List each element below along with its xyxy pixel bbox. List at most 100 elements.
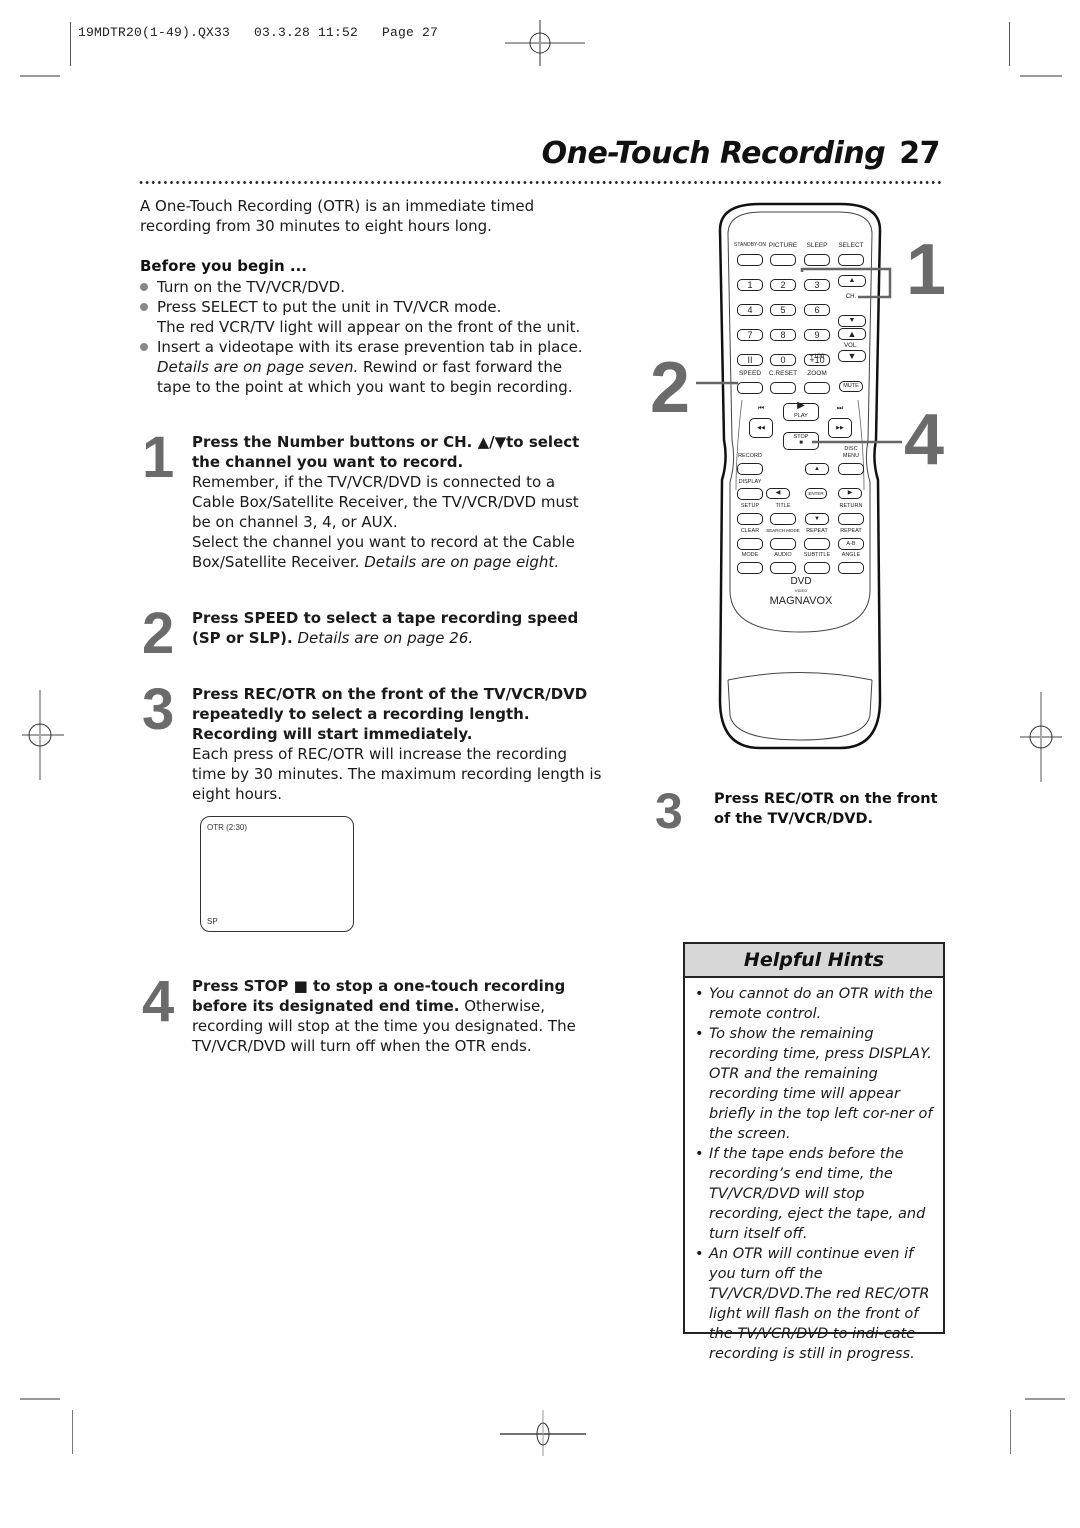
brand-logo: MAGNAVOX <box>769 595 833 607</box>
repeat-button[interactable] <box>804 538 830 550</box>
crop-mark <box>1020 75 1062 77</box>
page-title-text: One-Touch Recording <box>541 136 886 171</box>
remote-label: RECORD <box>738 453 762 459</box>
clear-button[interactable] <box>737 538 763 550</box>
helpful-hints-title: Helpful Hints <box>685 944 943 978</box>
repeat-ab-button[interactable]: A-B <box>838 538 864 550</box>
return-button[interactable] <box>838 513 864 525</box>
registration-mark-bottom <box>500 1410 586 1456</box>
osd-otr-time: OTR (2:30) <box>207 823 248 832</box>
step-number: 4 <box>142 969 175 1034</box>
remote-label: MODE <box>741 552 759 558</box>
crop-mark <box>1009 22 1010 66</box>
callout-1: 1 <box>906 230 947 310</box>
osd-speed: SP <box>207 917 218 926</box>
registration-mark-top <box>505 20 585 66</box>
remote-label: CLEAR <box>740 528 760 534</box>
remote-label: REPEAT <box>840 528 862 534</box>
nav-down-button[interactable]: ▼ <box>805 513 829 525</box>
remote-button-audio[interactable] <box>770 562 796 574</box>
before-you-begin-heading: Before you begin ... <box>140 257 307 275</box>
prereq-text: Insert a videotape with its erase preven… <box>157 338 583 356</box>
setup-button[interactable] <box>737 513 763 525</box>
bullet-icon <box>140 343 148 351</box>
step-1: Press the Number buttons or CH. ▲/▼to se… <box>192 432 602 572</box>
remote-label: SUBTITLE <box>803 552 831 558</box>
display-button[interactable] <box>737 488 763 500</box>
remote-label: STANDBY-ON <box>734 242 766 248</box>
step-3: Press REC/OTR on the front of the TV/VCR… <box>192 684 602 804</box>
prereq-text: Press SELECT to put the unit in TV/VCR m… <box>157 298 502 316</box>
prereq-item: Press SELECT to put the unit in TV/VCR m… <box>140 297 600 337</box>
prereq-ref: Details are on page seven. <box>157 358 359 376</box>
intro-paragraph: A One-Touch Recording (OTR) is an immedi… <box>140 197 535 235</box>
prereq-text: Turn on the TV/VCR/DVD. <box>157 278 345 296</box>
step-2: Press SPEED to select a tape recording s… <box>192 608 602 648</box>
remote-label: SEARCH MODE <box>766 528 800 533</box>
step-4: Press STOP ■ to stop a one-touch recordi… <box>192 976 602 1056</box>
crop-mark <box>1010 1410 1011 1454</box>
helpful-hints-box: Helpful Hints You cannot do an OTR with … <box>683 942 945 1362</box>
remote-button-mode[interactable] <box>737 562 763 574</box>
step-ref: Details are on page 26. <box>292 629 474 647</box>
crop-mark <box>70 22 71 66</box>
remote-label: SETUP <box>740 503 760 509</box>
disc-menu-button[interactable] <box>838 463 864 475</box>
side-step-number: 3 <box>655 783 683 839</box>
step-number: 1 <box>142 425 175 490</box>
hints-list: You cannot do an OTR with the remote con… <box>685 978 943 1364</box>
nav-right-button[interactable]: ▶ <box>838 488 862 499</box>
tv-screen-illustration: OTR (2:30) SP <box>200 816 354 932</box>
hint-item: If the tape ends before the recording’s … <box>695 1144 935 1244</box>
remote-label: SELECT <box>838 242 864 249</box>
crop-mark <box>72 1410 73 1454</box>
search-mode-button[interactable] <box>770 538 796 550</box>
dvd-logo: DVD <box>790 576 812 587</box>
step-ref: Details are on page eight. <box>364 553 560 571</box>
remote-label: PICTURE <box>768 242 798 249</box>
hint-item: An OTR will continue even if you turn of… <box>695 1244 935 1364</box>
title-button[interactable] <box>770 513 796 525</box>
step-detail: Remember, if the TV/VCR/DVD is connected… <box>192 473 579 531</box>
step-number: 3 <box>142 677 175 742</box>
dvd-video-label: VIDEO <box>794 588 808 593</box>
callout-4: 4 <box>904 400 945 480</box>
remote-label: RETURN <box>839 503 863 509</box>
hint-item: You cannot do an OTR with the remote con… <box>695 984 935 1024</box>
remote-label: REPEAT <box>806 528 828 534</box>
registration-mark-left <box>22 690 64 780</box>
remote-label: SLEEP <box>806 242 828 249</box>
side-step-text: Press REC/OTR on the front of the TV/VCR… <box>714 791 938 827</box>
crop-mark <box>1025 1398 1065 1400</box>
record-button[interactable] <box>737 463 763 475</box>
remote-label: MENU <box>842 453 860 459</box>
callout-2: 2 <box>650 348 691 428</box>
bullet-icon <box>140 283 148 291</box>
nav-left-button[interactable]: ◀ <box>766 488 790 499</box>
prereq-note: The red VCR/TV light will appear on the … <box>157 318 581 336</box>
prereq-item: Turn on the TV/VCR/DVD. <box>140 277 600 297</box>
step-number: 2 <box>142 601 175 666</box>
dotted-rule <box>138 180 944 185</box>
step-instruction: Press REC/OTR on the front of the TV/VCR… <box>192 685 588 743</box>
remote-button-angle[interactable] <box>838 562 864 574</box>
crop-mark <box>20 1398 60 1400</box>
registration-mark-right <box>1020 692 1062 782</box>
prereq-item: Insert a videotape with its erase preven… <box>140 337 600 397</box>
crop-mark <box>20 75 60 77</box>
step-instruction: Press the Number buttons or CH. ▲/▼to se… <box>192 433 580 471</box>
print-slug: 19MDTR20(1-49).QX33 03.3.28 11:52 Page 2… <box>78 25 439 40</box>
remote-label: DISPLAY <box>738 479 762 485</box>
bullet-icon <box>140 303 148 311</box>
nav-up-button[interactable]: ▲ <box>805 463 829 475</box>
hint-item: To show the remaining recording time, pr… <box>695 1024 935 1144</box>
page-title: One-Touch Recording 27 <box>541 136 941 171</box>
enter-button[interactable]: ENTER <box>805 488 827 499</box>
callout-leaders <box>696 267 902 444</box>
page-number: 27 <box>899 136 940 171</box>
remote-button-subtitle[interactable] <box>804 562 830 574</box>
step-detail: Each press of REC/OTR will increase the … <box>192 745 602 803</box>
remote-label: ANGLE <box>841 552 861 558</box>
remote-label: AUDIO <box>774 552 792 558</box>
remote-label: TITLE <box>775 503 791 509</box>
